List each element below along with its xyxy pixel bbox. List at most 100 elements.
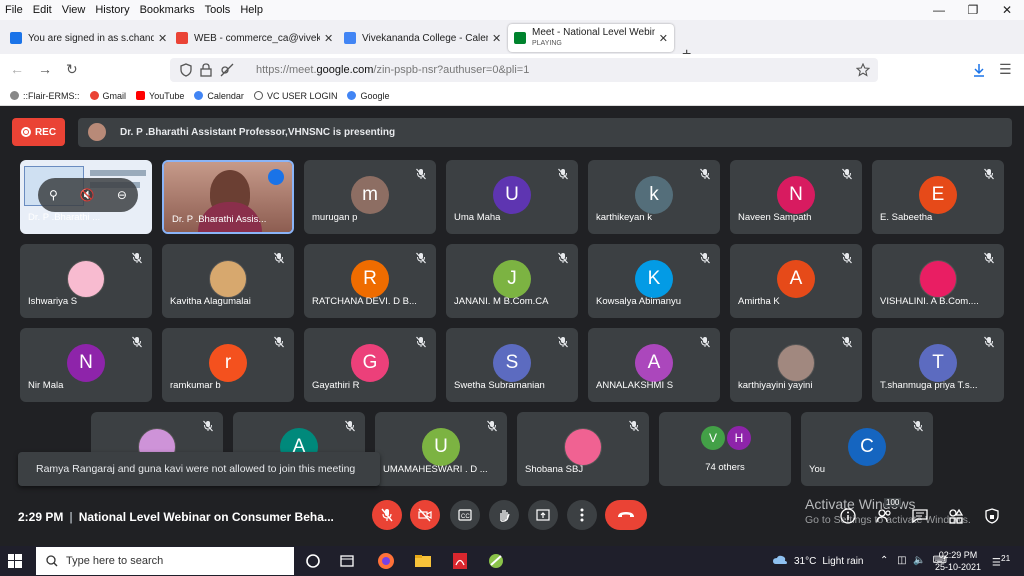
participant-tile[interactable]: Ishwariya S	[20, 244, 152, 318]
bookmark-calendar[interactable]: Calendar	[194, 91, 244, 101]
bookmark-star-icon[interactable]	[856, 63, 870, 77]
mic-toggle-button[interactable]	[372, 500, 402, 530]
chat-icon[interactable]	[912, 508, 928, 524]
participant-initial-avatar: J	[493, 260, 531, 298]
back-icon[interactable]: ←	[10, 61, 24, 77]
weather-widget[interactable]: 31°C Light rain	[772, 555, 863, 567]
raise-hand-button[interactable]	[489, 500, 519, 530]
more-options-button[interactable]	[567, 500, 597, 530]
tab-meet[interactable]: Meet - National Level Webinar PLAYING ✕	[508, 24, 674, 52]
weather-temp: 31°C	[794, 555, 817, 567]
tab-close-icon[interactable]: ✕	[324, 32, 333, 45]
participant-tile[interactable]: N Naveen Sampath	[730, 160, 862, 234]
participant-tile[interactable]: C You	[801, 412, 933, 486]
participant-tile[interactable]: R RATCHANA DEVI. D B...	[304, 244, 436, 318]
hamburger-menu-icon[interactable]: ☰	[999, 61, 1012, 78]
menu-bookmarks[interactable]: Bookmarks	[135, 4, 200, 16]
downloads-icon[interactable]	[972, 63, 986, 77]
bookmark-flair-erms[interactable]: ::Flair-ERMS::	[10, 91, 80, 101]
participant-tile[interactable]: VISHALINI. A B.Com....	[872, 244, 1004, 318]
participant-tile[interactable]: N Nir Mala	[20, 328, 152, 402]
menu-file[interactable]: File	[0, 4, 28, 16]
leave-call-button[interactable]	[605, 500, 647, 530]
minimize-icon[interactable]: —	[922, 0, 956, 20]
pin-icon[interactable]: ⚲	[49, 188, 58, 202]
participant-tile[interactable]: S Swetha Subramanian	[446, 328, 578, 402]
app-icon[interactable]	[487, 552, 505, 570]
participant-tile[interactable]: karthiyayini yayini	[730, 328, 862, 402]
window-controls: — ❐ ✕	[922, 0, 1024, 20]
cortana-icon[interactable]	[304, 552, 322, 570]
present-now-button[interactable]	[528, 500, 558, 530]
participant-tile[interactable]: V H 74 others	[659, 412, 791, 486]
participant-tile[interactable]: J JANANI. M B.Com.CA	[446, 244, 578, 318]
permissions-icon[interactable]	[220, 63, 234, 77]
remove-participant-icon[interactable]: ⊖	[117, 188, 127, 202]
participant-tile[interactable]: A ANNALAKSHMI S	[588, 328, 720, 402]
menu-tools[interactable]: Tools	[200, 4, 236, 16]
participant-tile[interactable]: E E. Sabeetha	[872, 160, 1004, 234]
participant-tile[interactable]: Shobana SBJ	[517, 412, 649, 486]
participant-tile[interactable]: k karthikeyan k	[588, 160, 720, 234]
participant-name: RATCHANA DEVI. D B...	[312, 296, 417, 307]
lock-icon[interactable]	[200, 63, 212, 77]
camera-toggle-button[interactable]	[410, 500, 440, 530]
bookmark-youtube[interactable]: YouTube	[136, 91, 184, 101]
muted-mic-icon	[416, 336, 426, 348]
reload-icon[interactable]: ↻	[66, 61, 78, 78]
tab-close-icon[interactable]: ✕	[158, 32, 167, 45]
participant-tile[interactable]: T T.shanmuga priya T.s...	[872, 328, 1004, 402]
people-icon[interactable]	[876, 508, 892, 524]
notification-center[interactable]: ☰21	[992, 553, 1010, 568]
tab-vivekananda-calendar[interactable]: Vivekananda College - Calendar ✕	[338, 24, 507, 52]
participant-tile[interactable]: m murugan p	[304, 160, 436, 234]
participant-name: VISHALINI. A B.Com....	[880, 296, 979, 307]
tab-close-icon[interactable]: ✕	[659, 32, 668, 45]
tray-chevron-icon[interactable]: ⌃	[880, 555, 888, 566]
participant-name: karthikeyan k	[596, 212, 652, 223]
bookmark-vc-user-login[interactable]: VC USER LOGIN	[253, 91, 337, 101]
participant-tile[interactable]: ⚲ 🔇 ⊖ Dr. P .Bharathi ...	[20, 160, 152, 234]
network-icon[interactable]: ◫	[897, 555, 906, 566]
menu-history[interactable]: History	[90, 4, 134, 16]
tab-web-commerce[interactable]: WEB - commerce_ca@vivekanan ✕	[170, 24, 339, 52]
meeting-details-icon[interactable]	[840, 508, 856, 524]
taskbar-search-box[interactable]: Type here to search	[36, 547, 294, 575]
shield-icon[interactable]	[179, 63, 193, 77]
menu-edit[interactable]: Edit	[28, 4, 57, 16]
windows-start-icon[interactable]	[8, 554, 22, 568]
address-bar[interactable]: https://meet.google.com/zin-pspb-nsr?aut…	[170, 58, 878, 82]
participant-tile[interactable]: r ramkumar b	[162, 328, 294, 402]
volume-icon[interactable]: 🔈	[913, 555, 925, 566]
participant-tile[interactable]: A Amirtha K	[730, 244, 862, 318]
participant-tile[interactable]: Kavitha Alagumalai	[162, 244, 294, 318]
mute-participant-icon[interactable]: 🔇	[80, 188, 95, 202]
firefox-icon[interactable]	[377, 552, 395, 570]
participant-tile[interactable]: U UMAMAHESWARI . D ...	[375, 412, 507, 486]
menu-help[interactable]: Help	[235, 4, 268, 16]
captions-button[interactable]: CC	[450, 500, 480, 530]
taskbar-clock[interactable]: 02:29 PM 25-10-2021	[935, 549, 981, 573]
participant-tile[interactable]: Dr. P .Bharathi Assis...	[162, 160, 294, 234]
notification-toast: Ramya Rangaraj and guna kavi were not al…	[18, 452, 380, 486]
close-window-icon[interactable]: ✕	[990, 0, 1024, 20]
flair-icon	[10, 91, 19, 100]
tab-signed-in[interactable]: You are signed in as s.chandrase ✕	[4, 24, 173, 52]
host-controls-icon[interactable]	[984, 508, 1000, 524]
activities-icon[interactable]	[948, 508, 964, 524]
forward-icon[interactable]: →	[38, 61, 52, 77]
record-icon	[20, 127, 31, 137]
task-view-icon[interactable]	[338, 552, 356, 570]
restore-icon[interactable]: ❐	[956, 0, 990, 20]
acrobat-icon[interactable]	[451, 552, 469, 570]
muted-mic-icon	[700, 252, 710, 264]
tab-close-icon[interactable]: ✕	[492, 32, 501, 45]
participant-name: ANNALAKSHMI S	[596, 380, 674, 391]
bookmark-gmail[interactable]: Gmail	[89, 91, 126, 101]
participant-tile[interactable]: K Kowsalya Abimanyu	[588, 244, 720, 318]
participant-tile[interactable]: G Gayathiri R	[304, 328, 436, 402]
bookmark-google[interactable]: Google	[347, 91, 389, 101]
menu-view[interactable]: View	[57, 4, 91, 16]
participant-tile[interactable]: U Uma Maha	[446, 160, 578, 234]
file-explorer-icon[interactable]	[414, 552, 432, 570]
